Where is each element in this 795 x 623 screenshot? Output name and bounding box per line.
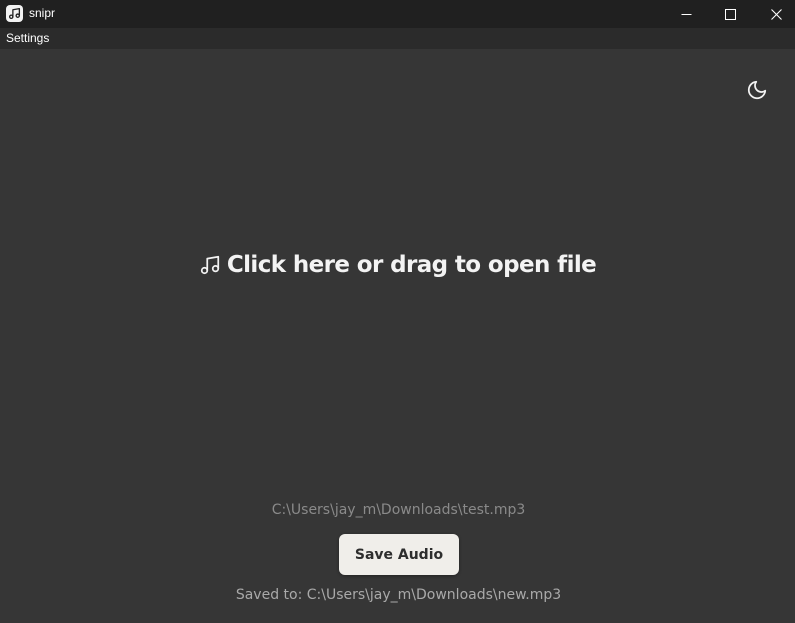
open-file-label: Click here or drag to open file bbox=[226, 252, 597, 278]
close-button[interactable] bbox=[753, 0, 795, 28]
minimize-icon bbox=[681, 5, 692, 24]
maximize-button[interactable] bbox=[707, 0, 753, 28]
title-bar[interactable]: snipr bbox=[0, 0, 795, 28]
close-icon bbox=[770, 5, 782, 24]
menu-bar: Settings bbox=[0, 28, 795, 49]
open-file-drop-zone[interactable]: Click here or drag to open file bbox=[0, 240, 795, 290]
menu-item-settings[interactable]: Settings bbox=[6, 31, 49, 45]
music-note-icon bbox=[6, 5, 23, 22]
window-title: snipr bbox=[29, 6, 56, 20]
minimize-button[interactable] bbox=[663, 0, 709, 28]
moon-icon bbox=[746, 79, 768, 105]
save-audio-button[interactable]: Save Audio bbox=[339, 534, 459, 575]
saved-to-status: Saved to: C:\Users\jay_m\Downloads\new.m… bbox=[235, 587, 562, 603]
maximize-icon bbox=[724, 5, 736, 24]
music-note-icon bbox=[199, 254, 221, 276]
loaded-file-path: C:\Users\jay_m\Downloads\test.mp3 bbox=[271, 502, 526, 518]
theme-toggle-button[interactable] bbox=[744, 79, 770, 105]
app-window: snipr Settings Click here or drag to ope… bbox=[0, 0, 795, 623]
